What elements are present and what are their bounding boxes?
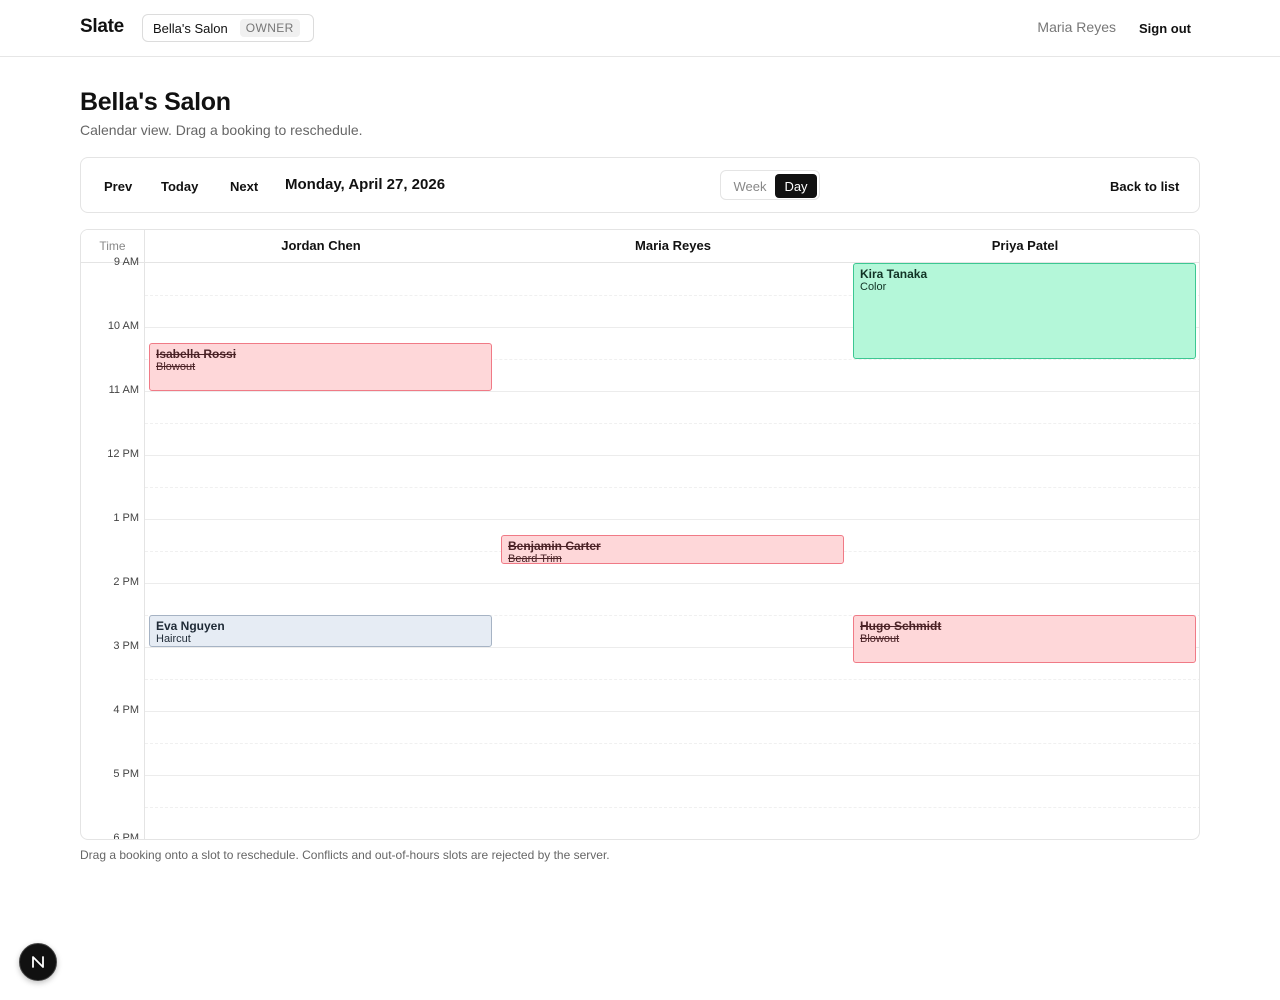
top-nav: Slate Bella's Salon OWNER Maria Reyes Si… bbox=[0, 0, 1280, 57]
page-subtitle: Calendar view. Drag a booking to resched… bbox=[80, 122, 363, 138]
booking-card[interactable]: Kira Tanaka Color bbox=[853, 263, 1196, 359]
hour-line bbox=[145, 839, 1200, 840]
sign-out-button[interactable]: Sign out bbox=[1130, 14, 1200, 42]
hour-label: 1 PM bbox=[113, 512, 139, 524]
hour-line bbox=[145, 455, 1199, 456]
prev-button[interactable]: Prev bbox=[94, 172, 142, 200]
booking-card[interactable]: Isabella Rossi Blowout bbox=[149, 343, 492, 391]
booking-card[interactable]: Hugo Schmidt Blowout bbox=[853, 615, 1196, 663]
booking-client-name: Eva Nguyen bbox=[156, 619, 225, 633]
hour-label: 2 PM bbox=[113, 576, 139, 588]
current-user-name: Maria Reyes bbox=[1037, 19, 1116, 35]
org-name: Bella's Salon bbox=[153, 20, 228, 36]
brand-logo[interactable]: Slate bbox=[80, 16, 124, 38]
calendar-header: Time Jordan Chen Maria Reyes Priya Patel bbox=[81, 230, 1199, 263]
half-hour-slot bbox=[145, 807, 1199, 808]
hour-line bbox=[145, 775, 1199, 776]
booking-card[interactable]: Eva Nguyen Haircut bbox=[149, 615, 492, 647]
hour-label: 10 AM bbox=[107, 320, 139, 332]
role-badge: OWNER bbox=[239, 19, 300, 37]
next-button[interactable]: Next bbox=[220, 172, 268, 200]
booking-service-name: Blowout bbox=[860, 633, 900, 645]
calendar-toolbar: Prev Today Next Monday, April 27, 2026 W… bbox=[80, 157, 1200, 213]
hour-line bbox=[145, 583, 1199, 584]
hour-label: 4 PM bbox=[113, 704, 139, 716]
booking-service-name: Color bbox=[860, 281, 887, 293]
booking-card[interactable]: Benjamin Carter Beard Trim bbox=[501, 535, 844, 564]
hour-line bbox=[145, 711, 1199, 712]
staff-column-header: Maria Reyes bbox=[635, 238, 711, 253]
booking-service-name: Beard Trim bbox=[508, 553, 562, 564]
staff-column-header: Jordan Chen bbox=[281, 238, 361, 253]
hour-label: 12 PM bbox=[107, 448, 139, 460]
booking-client-name: Isabella Rossi bbox=[156, 347, 237, 361]
hour-label: 5 PM bbox=[113, 768, 139, 780]
half-hour-slot bbox=[145, 423, 1199, 424]
current-date: Monday, April 27, 2026 bbox=[285, 176, 446, 193]
booking-service-name: Blowout bbox=[156, 361, 196, 373]
org-switcher[interactable]: Bella's Salon OWNER bbox=[142, 14, 314, 42]
back-to-list-button[interactable]: Back to list bbox=[1100, 172, 1189, 200]
half-hour-slot bbox=[145, 487, 1199, 488]
half-hour-slot bbox=[145, 679, 1199, 680]
time-column: 9 AM 10 AM 11 AM 12 PM 1 PM 2 PM 3 PM 4 PM 5 PM 6… bbox=[81, 256, 145, 840]
calendar-grid[interactable]: 9 AM 10 AM 11 AM 12 PM 1 PM 2 PM 3 PM 4 PM 5 PM 6… bbox=[81, 256, 1200, 840]
half-hour-slot bbox=[145, 743, 1199, 744]
today-button[interactable]: Today bbox=[151, 172, 208, 200]
staff-column-header: Priya Patel bbox=[991, 238, 1059, 253]
hour-label: 11 AM bbox=[108, 384, 139, 396]
hour-label: 3 PM bbox=[113, 640, 139, 652]
reschedule-hint: Drag a booking onto a slot to reschedule… bbox=[80, 848, 610, 862]
booking-service-name: Haircut bbox=[156, 633, 191, 645]
hour-line bbox=[145, 391, 1199, 392]
view-toggle: Week Day bbox=[720, 170, 820, 200]
n-logo-icon[interactable] bbox=[19, 943, 57, 981]
page-title: Bella's Salon bbox=[80, 88, 231, 116]
view-day-button[interactable]: Day bbox=[775, 174, 817, 198]
booking-client-name: Kira Tanaka bbox=[860, 267, 928, 281]
view-week-button[interactable]: Week bbox=[725, 174, 775, 198]
booking-client-name: Hugo Schmidt bbox=[860, 619, 942, 633]
hour-line bbox=[145, 519, 1199, 520]
hour-label: 9 AM bbox=[113, 256, 139, 268]
booking-client-name: Benjamin Carter bbox=[508, 539, 601, 553]
hour-label: 6 PM bbox=[113, 832, 139, 840]
day-calendar: Time Jordan Chen Maria Reyes Priya Patel… bbox=[80, 229, 1200, 840]
